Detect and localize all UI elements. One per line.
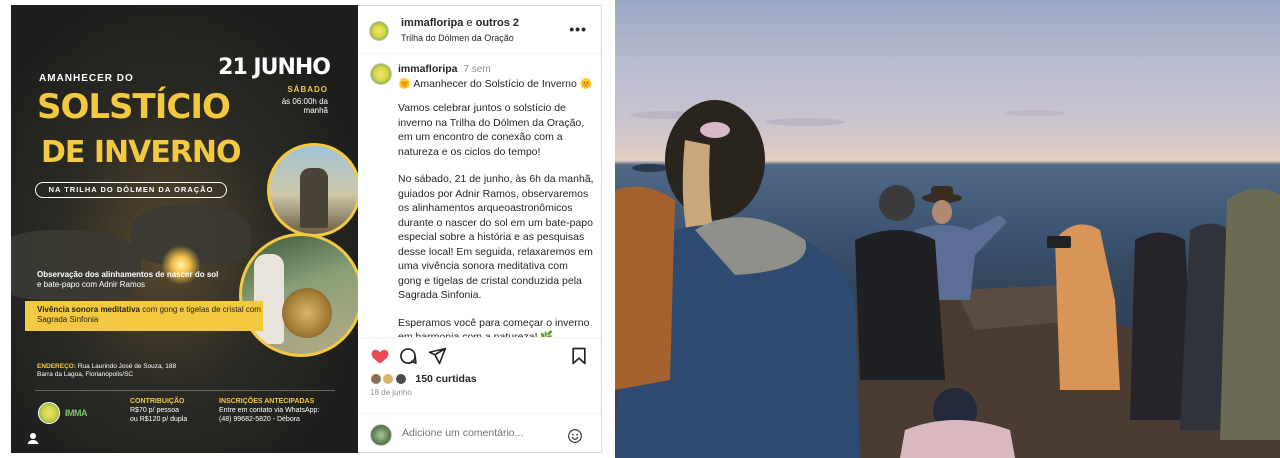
- group-sunrise-photo[interactable]: [615, 0, 1280, 458]
- caption-paragraph: Esperamos você para começar o inverno em…: [398, 316, 590, 338]
- poster-observation-bold: Observação dos alinhamentos de nascer do…: [37, 270, 219, 279]
- poster-address-line2: Barra da Lagoa, Florianópolis/SC: [37, 371, 134, 378]
- guide-face: [932, 200, 952, 224]
- comment-bar: [358, 413, 601, 454]
- poster-kicker: AMANHECER DO: [39, 73, 134, 84]
- poster-observation: Observação dos alinhamentos de nascer do…: [37, 270, 237, 290]
- poster-contribution-line2: ou R$120 p/ dupla: [130, 416, 188, 423]
- liker-avatar: [382, 372, 395, 385]
- imma-circle-logo: [38, 402, 60, 424]
- poster-photo-gong: [239, 233, 358, 357]
- poster-title-line2: DE INVERNO: [41, 135, 242, 170]
- poster-subtitle-pill: NA TRILHA DO DÓLMEN DA ORAÇÃO: [35, 182, 227, 198]
- smiley-icon[interactable]: [567, 428, 583, 444]
- poster-registration-line2: (48) 99682-5820 - Débora: [219, 416, 300, 423]
- co-authors-link[interactable]: outros 2: [476, 17, 519, 29]
- more-dots-icon[interactable]: •••: [569, 21, 587, 37]
- user-tag-icon[interactable]: [24, 429, 42, 447]
- poster-time: às 06:00h da manhã: [281, 97, 328, 115]
- guide-hat-crown: [931, 186, 953, 198]
- viewer-avatar: [370, 424, 392, 446]
- post-authors: immafloripa e outros 2: [401, 17, 519, 29]
- post-date[interactable]: 18 de junho: [370, 388, 412, 397]
- caption-avatar[interactable]: [370, 63, 392, 85]
- poster-registration-label: INSCRIÇÕES ANTECIPADAS: [219, 398, 315, 405]
- author-connector: e: [466, 17, 473, 29]
- poster-day: SÁBADO: [287, 85, 328, 94]
- paper-plane-icon[interactable]: [427, 346, 447, 366]
- action-bar: [358, 337, 601, 367]
- camera: [1047, 236, 1071, 248]
- liker-avatar: [370, 372, 382, 385]
- user-tag-glyph: [27, 433, 39, 444]
- poster-title-line1: SOLSTÍCIO: [37, 87, 231, 127]
- gong-figure: [282, 288, 332, 338]
- poster-address: ENDEREÇO: Rua Laurindo José de Souza, 18…: [37, 363, 237, 379]
- post-side-panel: immafloripa e outros 2 Trilha do Dólmen …: [358, 5, 602, 453]
- poster-contribution-line1: R$70 p/ pessoa: [130, 407, 180, 414]
- poster-yellow-band: Vivência sonora meditativa com gong e ti…: [25, 301, 263, 331]
- instagram-post-collage: 21 JUNHO SÁBADO às 06:00h da manhã AMANH…: [0, 0, 1280, 458]
- caption-header: immafloripa 7 sem: [398, 63, 491, 75]
- caption-body: Vamos celebrar juntos o solstício de inv…: [398, 101, 594, 337]
- poster-photo-guide: [267, 143, 358, 237]
- person-black-jacket: [855, 230, 945, 380]
- caption-age: 7 sem: [463, 64, 491, 75]
- likes-count[interactable]: 150 curtidas: [415, 373, 476, 385]
- caption-paragraph: No sábado, 21 de junho, às 6h da manhã, …: [398, 173, 594, 301]
- poster-divider: [35, 390, 335, 391]
- poster-address-label: ENDEREÇO:: [37, 363, 77, 370]
- poster-contribution-label: CONTRIBUIÇÃO: [130, 398, 185, 405]
- author-username-link[interactable]: immafloripa: [401, 17, 463, 29]
- caption-title: 🌞 Amanhecer do Solstício de Inverno 🌞: [398, 78, 593, 90]
- poster-date: 21 JUNHO: [218, 55, 331, 80]
- comment-icon[interactable]: [398, 346, 418, 366]
- caption-area[interactable]: immafloripa 7 sem 🌞 Amanhecer do Solstíc…: [358, 55, 601, 337]
- orange-hood-person: [1055, 224, 1120, 390]
- group-silhouettes: [615, 100, 1280, 458]
- heart-icon[interactable]: [370, 346, 390, 366]
- cloud: [1005, 110, 1065, 116]
- liker-avatar: [394, 372, 407, 385]
- poster-contribution: CONTRIBUIÇÃO R$70 p/ pessoa ou R$120 p/ …: [130, 397, 187, 424]
- event-poster-image[interactable]: 21 JUNHO SÁBADO às 06:00h da manhã AMANH…: [11, 5, 358, 453]
- author-avatar[interactable]: [369, 21, 389, 41]
- cloud: [765, 118, 845, 126]
- guide-figure: [300, 168, 328, 228]
- left-person-jacket: [615, 186, 675, 390]
- bookmark-icon[interactable]: [569, 346, 589, 366]
- poster-band-bold: Vivência sonora meditativa: [37, 305, 141, 314]
- woman-head: [665, 100, 765, 220]
- horizon-island: [632, 164, 668, 172]
- hair-scrunchie: [700, 122, 730, 138]
- post-header: immafloripa e outros 2 Trilha do Dólmen …: [358, 6, 601, 54]
- caption-paragraph: Vamos celebrar juntos o solstício de inv…: [398, 102, 585, 158]
- person-head: [879, 185, 915, 221]
- location-link[interactable]: Trilha do Dólmen da Oração: [401, 33, 514, 43]
- poster-registration: INSCRIÇÕES ANTECIPADAS Entre em contato …: [219, 397, 349, 424]
- right-edge-person: [1220, 188, 1280, 440]
- imma-text-logo: IMMA: [65, 408, 88, 418]
- poster-observation-rest: e bate-papo com Adnir Ramos: [37, 280, 146, 289]
- comment-input[interactable]: [402, 427, 552, 439]
- poster-address-line1: Rua Laurindo José de Souza, 188: [77, 363, 177, 370]
- likes-summary[interactable]: 150 curtidas: [370, 370, 477, 386]
- poster-registration-line1: Entre em contato via WhatsApp:: [219, 407, 320, 414]
- caption-username-link[interactable]: immafloripa: [398, 63, 458, 75]
